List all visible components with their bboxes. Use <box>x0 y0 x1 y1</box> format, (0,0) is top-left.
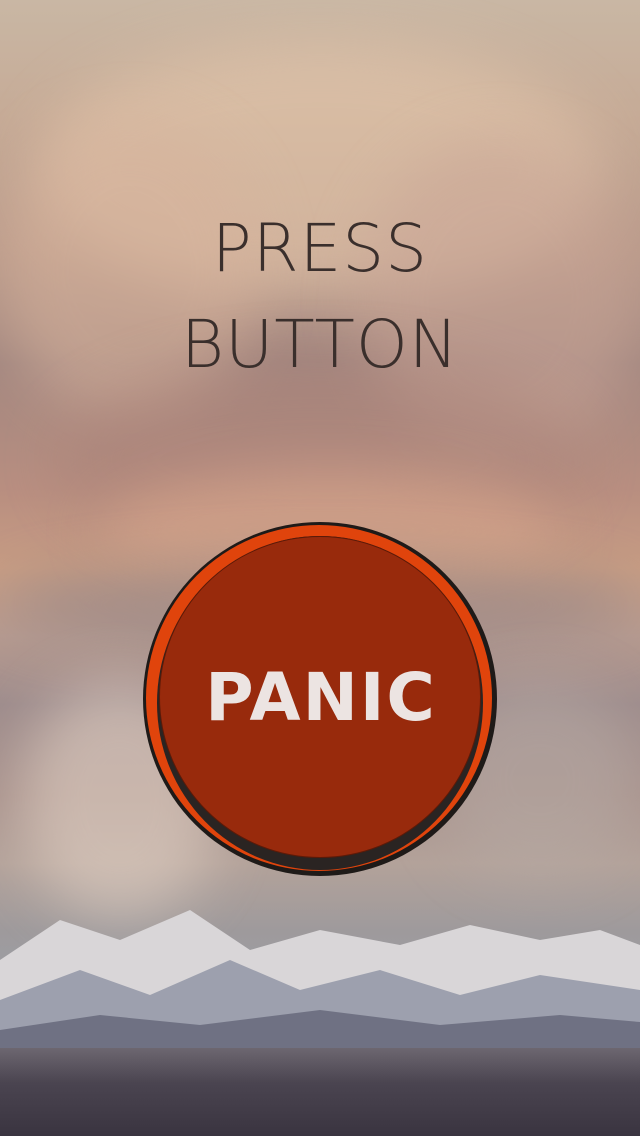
headline-line-1: PRESS <box>211 210 429 287</box>
panic-button[interactable]: PANIC <box>159 536 481 858</box>
headline-line-2: BUTTON <box>180 306 460 383</box>
ground <box>0 1048 640 1136</box>
panic-button-container: PANIC <box>143 522 497 876</box>
panic-button-label: PANIC <box>205 659 437 736</box>
